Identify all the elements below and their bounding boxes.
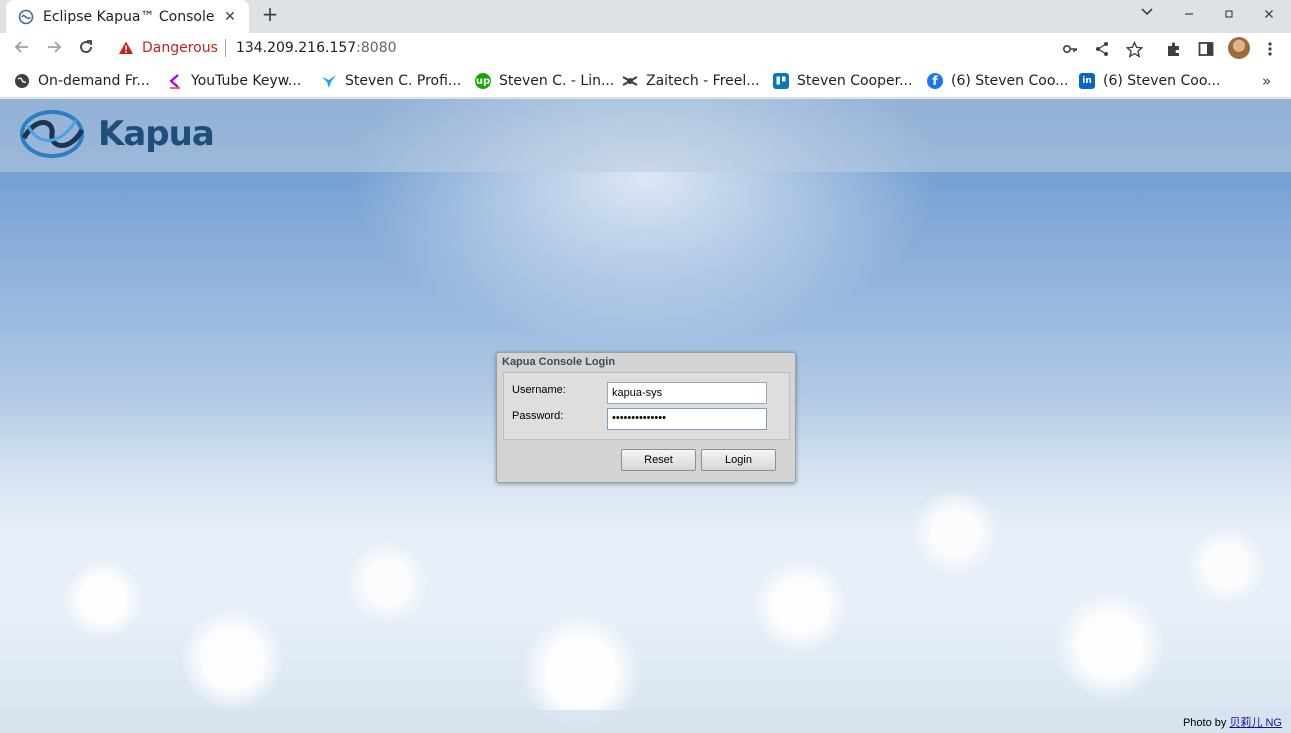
bookmark-item[interactable]: up Steven C. - Lin... [475,71,614,91]
keyword-icon [167,73,183,89]
browser-tab[interactable]: Eclipse Kapua™ Console ✕ [6,0,249,33]
bookmark-star-icon[interactable] [1125,40,1143,58]
new-tab-button[interactable]: + [258,3,282,27]
photo-credit: Photo by 贝莉儿 NG [1183,714,1282,730]
browser-toolbar: Dangerous 134.209.216.157 :8080 [0,33,1291,63]
kapua-logo-mark-icon [20,110,85,158]
bookmark-item[interactable]: Zaitech - Freel... [622,71,760,91]
bookmark-label: Steven C. - Lin... [499,73,615,89]
bookmarks-overflow-icon[interactable]: » [1262,72,1271,90]
kapua-logo-text: Kapua [98,114,215,154]
login-button[interactable]: Login [701,449,776,471]
browser-menu-icon[interactable] [1261,40,1279,58]
restore-icon[interactable] [1218,3,1240,25]
key-icon[interactable] [1061,40,1079,58]
url-host: 134.209.216.157 [235,40,357,56]
window-close-icon[interactable] [1258,3,1280,25]
bookmark-item[interactable]: Steven C. Profi... [321,71,461,91]
back-icon[interactable] [12,38,32,58]
kapua-login-page: Kapua Kapua Console Login Username: Pass… [0,99,1291,733]
bookmark-label: YouTube Keyw... [191,73,302,89]
share-icon[interactable] [1093,40,1111,58]
photo-credit-bar: Photo by 贝莉儿 NG [0,710,1291,733]
ninja-icon [622,73,638,89]
photo-credit-prefix: Photo by [1182,717,1230,729]
warning-icon [119,41,133,54]
login-form: Username: Password: •••••••••••••• [503,372,790,440]
tab-search-chevron-icon[interactable] [1140,4,1160,24]
bookmark-item[interactable]: YouTube Keyw... [167,71,301,91]
login-dialog-title: Kapua Console Login [502,356,616,368]
security-status[interactable]: Dangerous [142,40,218,56]
bookmark-label: Zaitech - Freel... [646,73,760,89]
username-label: Username: [512,384,566,396]
reset-button[interactable]: Reset [621,449,696,471]
bookmark-label: On-demand Fr... [38,73,150,89]
minimize-icon[interactable] [1178,3,1200,25]
linkedin-icon: in [1079,73,1095,89]
bird-icon [321,73,337,89]
forward-icon[interactable] [44,38,64,58]
tab-title: Eclipse Kapua™ Console [43,8,215,25]
login-dialog: Kapua Console Login Username: Password: … [496,352,796,483]
bookmark-item[interactable]: in (6) Steven Coo... [1079,71,1221,91]
bookmark-label: (6) Steven Coo... [951,73,1069,89]
kapua-favicon-icon [18,9,34,24]
address-bar[interactable]: Dangerous 134.209.216.157 :8080 [108,34,1156,62]
bookmarks-bar: On-demand Fr... YouTube Keyw... Steven C… [0,63,1291,98]
bookmark-label: (6) Steven Coo... [1103,73,1221,89]
profile-avatar[interactable] [1228,37,1250,59]
address-separator [224,39,226,57]
username-input[interactable] [607,382,767,404]
password-input[interactable]: •••••••••••••• [607,408,767,430]
bookmark-item[interactable]: Steven Cooper... [773,71,912,91]
reload-icon[interactable] [76,38,96,58]
browser-tab-strip: Eclipse Kapua™ Console ✕ + [0,0,1291,33]
bookmark-item[interactable]: On-demand Fr... [14,71,150,91]
bookmark-label: Steven Cooper... [797,73,913,89]
kapua-logo: Kapua [14,108,215,160]
extensions-icon[interactable] [1165,40,1183,58]
facebook-icon: f [927,73,943,89]
app-header: Kapua [0,99,1291,172]
side-panel-icon[interactable] [1197,40,1215,58]
password-label: Password: [512,410,564,422]
bookmark-label: Steven C. Profi... [345,73,462,89]
photo-author-link[interactable]: 贝莉儿 NG [1229,717,1282,729]
upwork-icon: up [475,73,491,89]
url-port: :8080 [356,40,397,56]
trello-icon [773,73,789,89]
bookmark-item[interactable]: f (6) Steven Coo... [927,71,1069,91]
globe-icon [14,73,30,89]
tab-close-icon[interactable]: ✕ [221,9,239,25]
